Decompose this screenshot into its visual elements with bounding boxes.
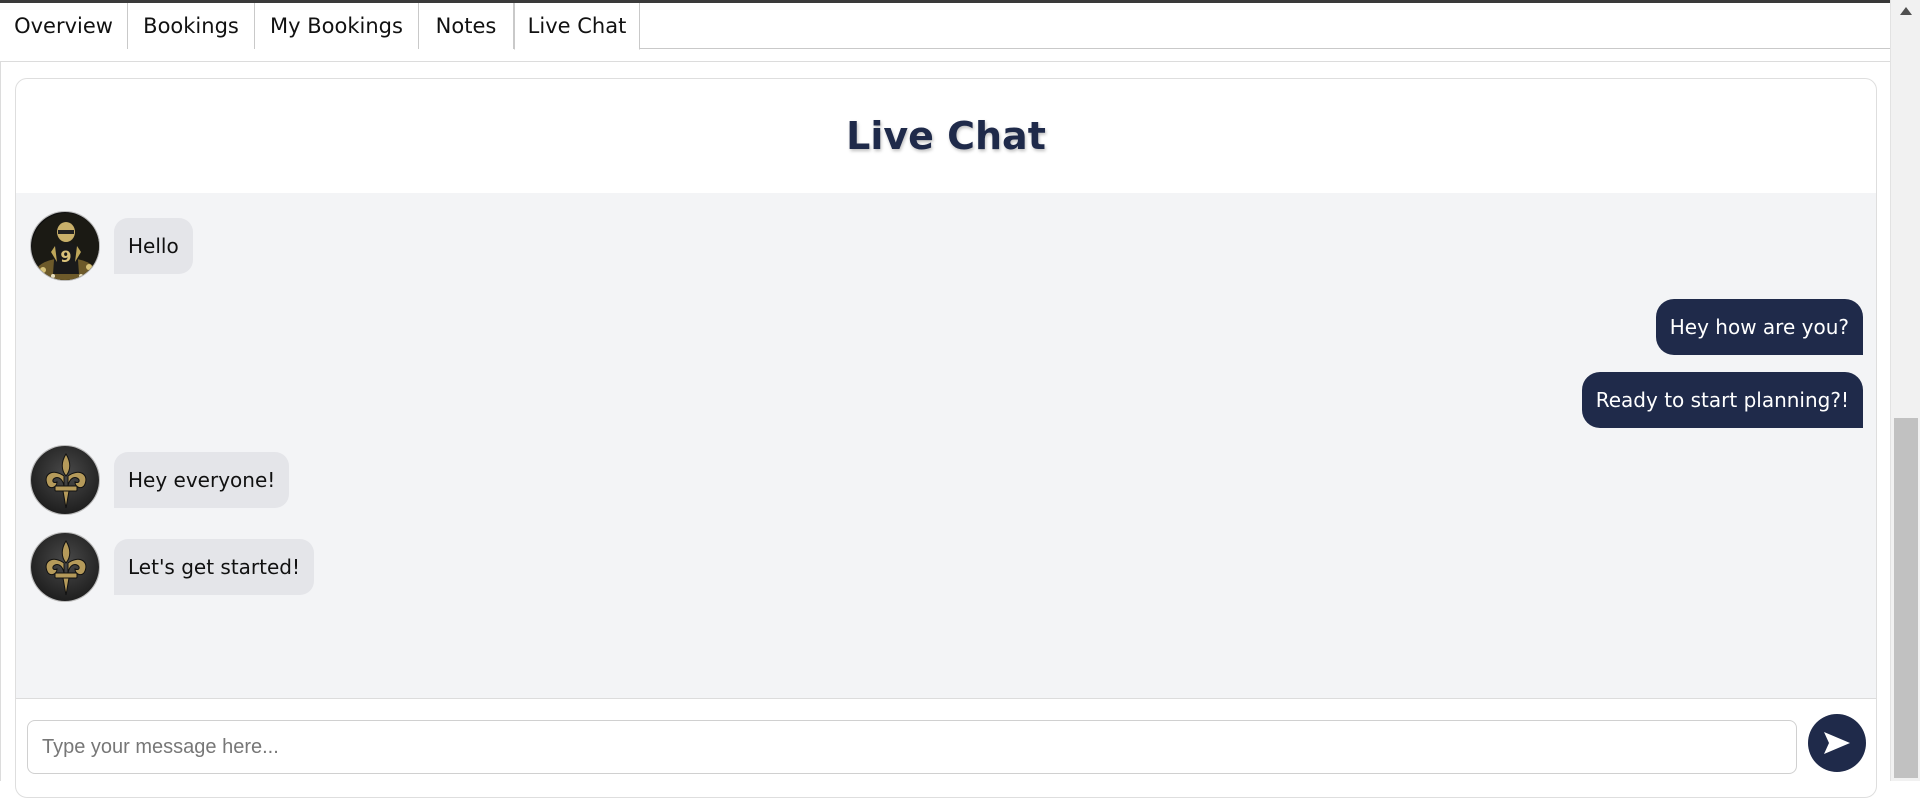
message-incoming: Hey everyone! [30, 445, 290, 515]
message-incoming: Let's get started! [30, 532, 315, 602]
scrollbar-thumb[interactable] [1894, 418, 1918, 778]
message-incoming: 9 Hello [30, 211, 193, 281]
svg-text:9: 9 [60, 247, 71, 266]
tab-overview[interactable]: Overview [0, 3, 128, 49]
tab-live-chat[interactable]: Live Chat [514, 3, 640, 50]
message-text: Hello [114, 218, 193, 274]
message-outgoing: Ready to start planning?! [1581, 372, 1863, 428]
message-text: Hey everyone! [114, 452, 290, 508]
tab-notes[interactable]: Notes [419, 3, 514, 49]
divider [0, 61, 1, 781]
tab-bar: Overview Bookings My Bookings Notes Live… [0, 3, 1890, 50]
fleur-de-lis-avatar-icon[interactable] [30, 532, 100, 602]
scroll-up-arrow-icon[interactable] [1891, 6, 1920, 32]
fleur-de-lis-avatar-icon[interactable] [30, 445, 100, 515]
page-scrollbar[interactable] [1890, 0, 1920, 781]
chat-header: Live Chat [16, 79, 1876, 193]
send-button[interactable] [1808, 714, 1866, 772]
send-arrow-icon [1824, 732, 1850, 754]
message-list[interactable]: 9 Hello Hey how are you? Ready to start … [16, 193, 1876, 699]
player-avatar-icon[interactable]: 9 [30, 211, 100, 281]
tab-my-bookings[interactable]: My Bookings [255, 3, 419, 49]
tab-bookings[interactable]: Bookings [128, 3, 255, 49]
message-outgoing: Hey how are you? [1655, 299, 1863, 355]
divider [0, 61, 1890, 62]
message-input[interactable] [27, 720, 1797, 774]
message-composer [16, 699, 1876, 797]
chat-title: Live Chat [846, 114, 1046, 158]
message-text: Let's get started! [114, 539, 315, 595]
chat-panel: Live Chat 9 Hello Hey how are you? Ready… [15, 78, 1877, 798]
